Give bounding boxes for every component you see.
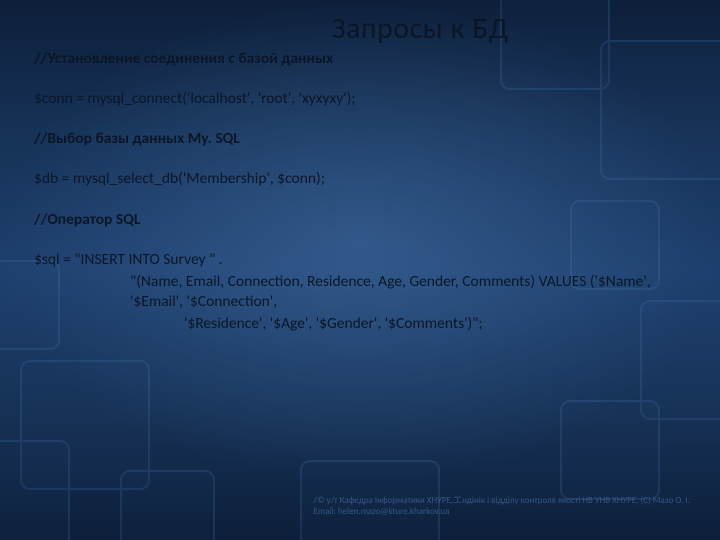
code-line-2: $conn = mysql_connect('localhost', 'root… <box>34 89 686 109</box>
code-line-7: "(Name, Email, Connection, Residence, Ag… <box>34 272 686 312</box>
slide-content: Запросы к БД //Установление соединения с… <box>0 0 720 540</box>
footer-line-1: /© у/т Кафедра Інформатики ХНУРЕ,エндінік… <box>313 495 690 507</box>
code-line-5: //Оператор SQL <box>34 210 686 230</box>
footer-line-2: Email: helen.mazo@kture.kharkov.ua <box>313 506 690 518</box>
code-line-8: '$Residence', '$Age', '$Gender', '$Comme… <box>34 314 686 334</box>
slide-title: Запросы к БД <box>154 10 686 47</box>
code-line-6: $sql = "INSERT INTO Survey " . <box>34 250 686 270</box>
code-line-4: $db = mysql_select_db('Membership', $con… <box>34 169 686 189</box>
code-line-3: //Выбор базы данных My. SQL <box>34 129 686 149</box>
slide-footer: /© у/т Кафедра Інформатики ХНУРЕ,エндінік… <box>313 495 690 518</box>
code-line-1: //Установление соединения с базой данных <box>34 49 686 69</box>
